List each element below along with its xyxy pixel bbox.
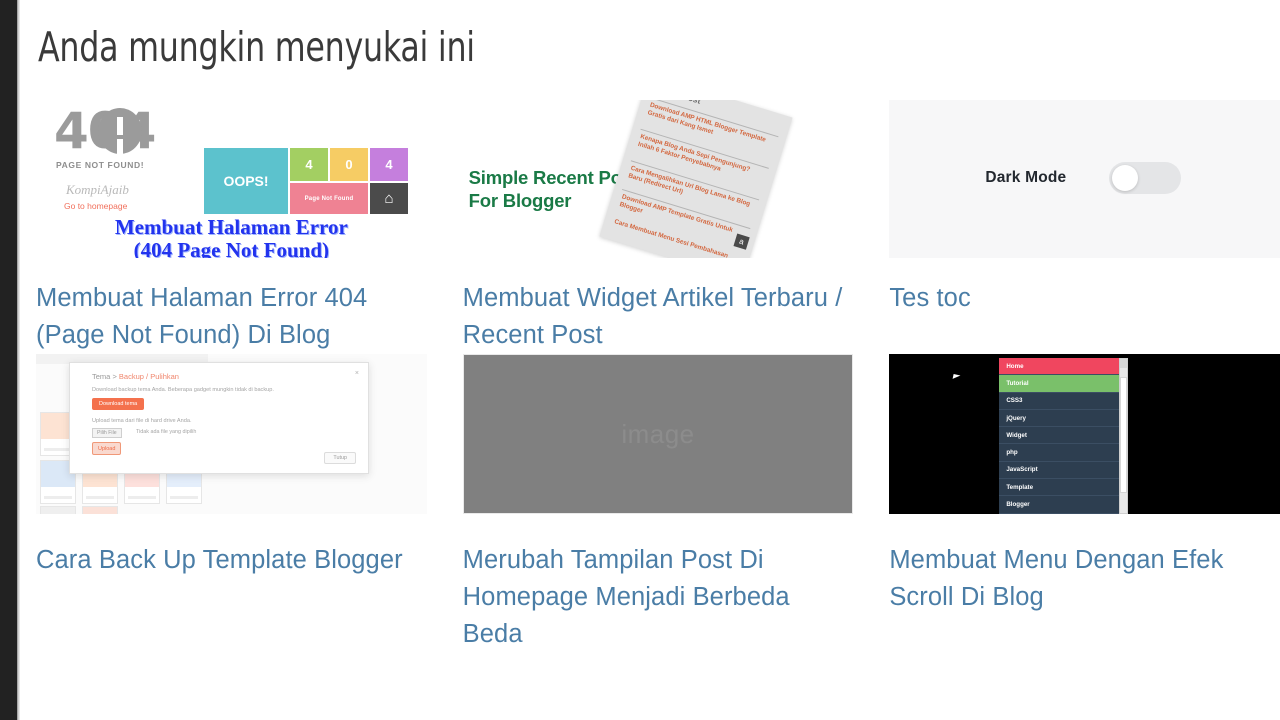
menu-item-widget[interactable]: Widget bbox=[999, 427, 1120, 445]
post-title-link[interactable]: Merubah Tampilan Post Di Homepage Menjad… bbox=[463, 542, 854, 653]
download-theme-button[interactable]: Download tema bbox=[92, 398, 145, 410]
scrollbar-track[interactable] bbox=[1119, 358, 1129, 514]
breadcrumb-separator: > bbox=[112, 372, 117, 381]
placeholder-label: image bbox=[621, 418, 695, 449]
choose-file-button[interactable]: Pilih File bbox=[92, 428, 122, 438]
home-icon: ⌂ bbox=[370, 183, 408, 214]
digit-tile-1: 4 bbox=[290, 148, 328, 181]
dark-mode-label: Dark Mode bbox=[985, 169, 1067, 186]
upload-button[interactable]: Upload bbox=[92, 442, 122, 455]
close-icon[interactable]: × bbox=[355, 370, 359, 377]
post-card[interactable]: Simple Recent Post For Blogger Recent Po… bbox=[462, 100, 854, 354]
menu-panel[interactable]: Home Tutorial CSS3 jQuery Widget php Jav… bbox=[999, 358, 1120, 514]
caption-line-2: (404 Page Not Found) bbox=[133, 238, 330, 259]
post-thumbnail-recent-post[interactable]: Simple Recent Post For Blogger Recent Po… bbox=[462, 100, 854, 258]
backup-dialog[interactable]: × Tema > Backup / Pulihkan Download back… bbox=[69, 362, 369, 474]
recent-post-paper: Recent Post Download AMP HTML Blogger Te… bbox=[599, 100, 793, 258]
post-title-link[interactable]: Membuat Widget Artikel Terbaru / Recent … bbox=[463, 280, 854, 354]
post-thumbnail-404[interactable]: 404 PAGE NOT FOUND! KompiAjaib Go to hom… bbox=[36, 100, 427, 258]
post-thumbnail-backup-dialog[interactable]: × Tema > Backup / Pulihkan Download back… bbox=[36, 354, 427, 514]
digit-tile-2: 0 bbox=[330, 148, 368, 181]
menu-item-jquery[interactable]: jQuery bbox=[999, 410, 1120, 428]
post-thumbnail-dark-mode[interactable]: Dark Mode bbox=[889, 100, 1280, 258]
paper-badge-icon: a bbox=[733, 233, 750, 250]
post-title-link[interactable]: Tes toc bbox=[889, 280, 1280, 317]
breadcrumb-root: Tema bbox=[92, 372, 111, 381]
page-not-found-text: PAGE NOT FOUND! bbox=[56, 160, 145, 170]
menu-item-javascript[interactable]: JavaScript bbox=[999, 462, 1120, 480]
post-card[interactable]: × Tema > Backup / Pulihkan Download back… bbox=[36, 354, 427, 653]
page-content: Anda mungkin menyukai ini 404 PAGE NOT F… bbox=[20, 0, 1280, 720]
dialog-description: Download backup tema Anda. Beberapa gadg… bbox=[92, 387, 274, 393]
homepage-link[interactable]: Go to homepage bbox=[64, 201, 127, 211]
scrollbar-thumb[interactable] bbox=[1120, 377, 1128, 493]
post-thumbnail-placeholder[interactable]: image bbox=[462, 354, 854, 514]
label-line-1: Simple Recent Post bbox=[468, 167, 638, 188]
page-title: Anda mungkin menyukai ini bbox=[38, 23, 475, 71]
upload-instruction: Upload tema dari file di hard drive Anda… bbox=[92, 418, 192, 424]
related-posts-page: Anda mungkin menyukai ini 404 PAGE NOT F… bbox=[0, 0, 1280, 720]
post-card[interactable]: 404 PAGE NOT FOUND! KompiAjaib Go to hom… bbox=[36, 100, 427, 354]
menu-item-blogger[interactable]: Blogger bbox=[999, 496, 1120, 514]
menu-item-css3[interactable]: CSS3 bbox=[999, 393, 1120, 410]
post-card[interactable]: Home Tutorial CSS3 jQuery Widget php Jav… bbox=[889, 354, 1280, 653]
related-posts-grid: 404 PAGE NOT FOUND! KompiAjaib Go to hom… bbox=[36, 100, 1280, 653]
error-tiles: OOPS! 4 0 4 Page Not Found ⌂ bbox=[204, 148, 408, 214]
toggle-knob bbox=[1112, 165, 1139, 191]
dialog-breadcrumb: Tema > Backup / Pulihkan bbox=[92, 372, 179, 381]
menu-item-template[interactable]: Template bbox=[999, 479, 1120, 497]
post-title-link[interactable]: Membuat Menu Dengan Efek Scroll Di Blog bbox=[889, 542, 1280, 616]
not-found-tile: Page Not Found bbox=[290, 183, 368, 214]
brand-text: KompiAjaib bbox=[66, 182, 129, 197]
menu-item-php[interactable]: php bbox=[999, 444, 1120, 462]
post-title-link[interactable]: Membuat Halaman Error 404 (Page Not Foun… bbox=[36, 280, 427, 354]
post-card[interactable]: Dark Mode Tes toc bbox=[889, 100, 1280, 354]
menu-item-home[interactable]: Home bbox=[999, 358, 1120, 376]
post-thumbnail-scroll-menu[interactable]: Home Tutorial CSS3 jQuery Widget php Jav… bbox=[889, 354, 1280, 514]
dark-mode-toggle[interactable] bbox=[1109, 162, 1182, 194]
post-card[interactable]: image Merubah Tampilan Post Di Homepage … bbox=[462, 354, 854, 653]
oops-tile: OOPS! bbox=[204, 148, 288, 214]
thumbnail-caption: Membuat Halaman Error (404 Page Not Foun… bbox=[36, 215, 427, 259]
post-title-link[interactable]: Cara Back Up Template Blogger bbox=[36, 542, 427, 579]
caption-line-1: Membuat Halaman Error bbox=[114, 215, 348, 239]
exclamation-icon bbox=[98, 108, 142, 154]
close-dialog-button[interactable]: Tutup bbox=[324, 452, 356, 464]
digit-tile-3: 4 bbox=[370, 148, 408, 181]
scrollbar-up-button[interactable] bbox=[1120, 359, 1128, 368]
file-status-text: Tidak ada file yang dipilih bbox=[136, 429, 197, 435]
left-dark-rail bbox=[0, 0, 17, 720]
cursor-icon bbox=[953, 375, 962, 386]
breadcrumb-current: Backup / Pulihkan bbox=[118, 372, 179, 381]
menu-item-tutorial[interactable]: Tutorial bbox=[999, 375, 1120, 393]
